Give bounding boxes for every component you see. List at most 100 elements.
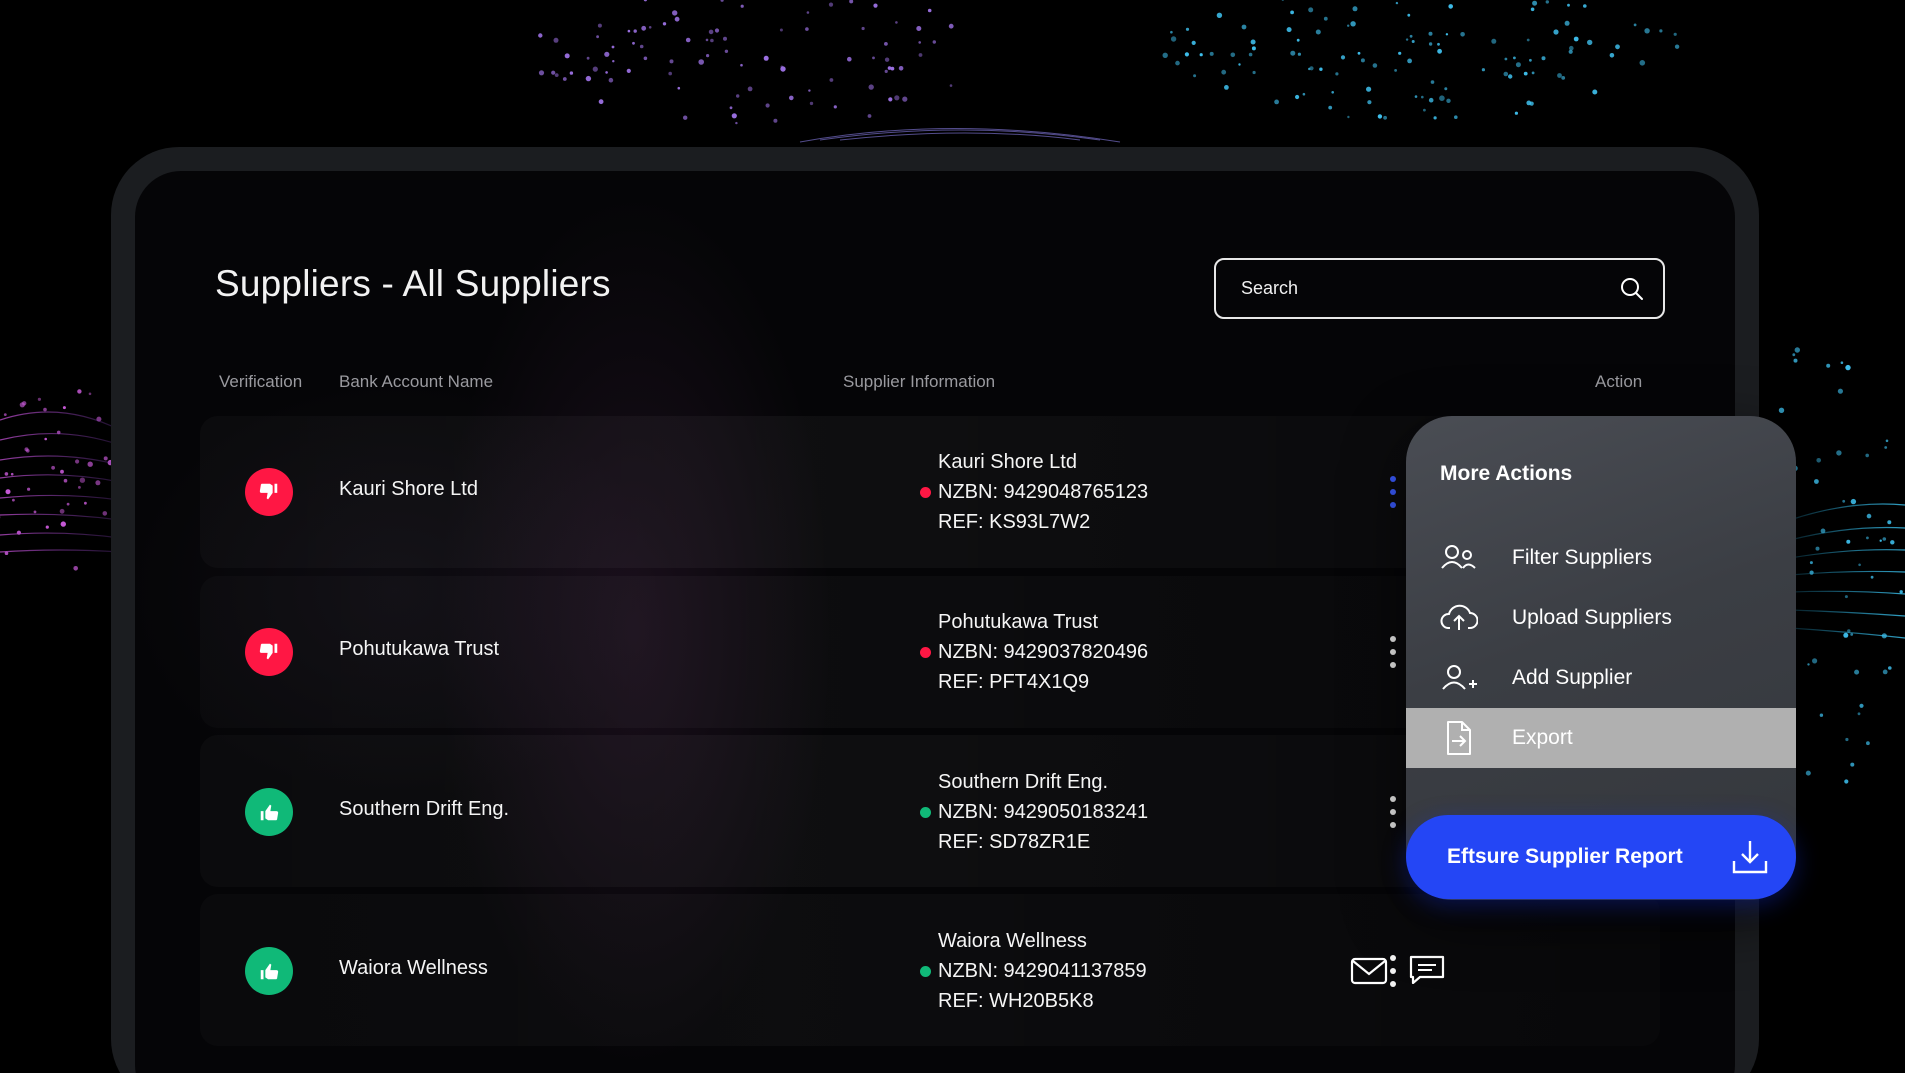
particle-dot [1503,71,1509,77]
supplier-info-ref: REF: KS93L7W2 [938,511,1091,533]
page-title: Suppliers - All Suppliers [215,263,611,304]
header-action: Action [1595,372,1643,391]
particle-dot [805,27,809,31]
particle-dot [1816,458,1821,463]
particle-dot [1569,45,1574,51]
particle-dot [75,459,80,464]
particle-dot [1529,58,1532,62]
particle-dot [1887,520,1892,525]
message-icon[interactable] [1408,954,1446,984]
supplier-info-nzbn: NZBN: 9429050183241 [938,801,1149,823]
particle-dot [873,3,878,8]
particle-dot [1347,115,1350,119]
particle-dot [63,478,68,483]
particle-dot [1794,347,1801,353]
particle-dot [1815,546,1820,551]
particle-dot [1184,52,1189,57]
particle-dot [1842,499,1846,503]
supplier-information: Southern Drift Eng. NZBN: 9429050183241 … [920,767,1149,857]
menu-item-export[interactable]: Export [1406,708,1796,768]
particle-dot [553,37,559,43]
menu-item-add-supplier[interactable]: Add Supplier [1406,648,1796,708]
particle-dot [1302,92,1306,96]
menu-item-label: Add Supplier [1512,666,1633,689]
particle-dot [1866,741,1870,746]
particle-dot [1557,73,1562,78]
mail-icon[interactable] [1350,956,1388,986]
particle-dot [740,63,743,67]
particle-dot [1530,7,1535,12]
supplier-info-ref: REF: SD78ZR1E [938,831,1091,853]
particle-dot [918,53,923,57]
row-more-button[interactable] [1383,792,1403,832]
row-more-button[interactable] [1383,632,1403,672]
menu-item-upload-suppliers[interactable]: Upload Suppliers [1406,588,1796,648]
particle-dot [1793,358,1798,363]
verification-badge [245,468,293,516]
particle-dot [1846,539,1851,544]
particle-dot [1508,74,1513,79]
particle-dot [1170,36,1177,42]
particle-dot [1504,57,1508,61]
report-button-label: Eftsure Supplier Report [1447,845,1683,868]
supplier-info-nzbn: NZBN: 9429048765123 [938,481,1149,503]
search-icon[interactable] [1619,276,1645,302]
particle-dot [1248,52,1253,57]
supplier-info-ref: REF: PFT4X1Q9 [938,671,1090,693]
particle-dot [1290,50,1296,56]
particle-dot [898,66,904,71]
particle-dot [1583,4,1587,8]
particle-dot [1513,56,1516,60]
particle-dot [1357,51,1361,55]
particle-dot [1844,779,1849,784]
particle-dot [1360,58,1365,63]
particle-dot [1296,38,1300,42]
particle-dot [1448,4,1453,9]
particle-dot [932,40,936,44]
eftsure-supplier-report-button[interactable]: Eftsure Supplier Report [1406,815,1796,899]
particle-dot [43,407,47,412]
bank-account-name: Kauri Shore Ltd [339,478,478,500]
status-dot [920,807,931,818]
header-bank-account-name: Bank Account Name [339,372,494,391]
supplier-information: Waiora Wellness NZBN: 9429041137859 REF:… [920,926,1147,1016]
particle-dot [1809,561,1813,565]
particle-dot [1421,95,1424,99]
particle-dot [1850,633,1854,636]
particle-dot [1414,95,1418,98]
particle-dot [45,525,49,529]
particle-dot [1837,388,1843,394]
particle-dot [44,437,47,441]
particle-dot [1573,36,1579,42]
search-input[interactable] [1241,278,1619,299]
supplier-info-name: Waiora Wellness [938,930,1087,952]
table-row[interactable]: Waiora Wellness Waiora Wellness NZBN: 94… [200,894,1660,1046]
particle-dot [1428,42,1433,46]
particle-dot [808,89,811,92]
particle-dot [1659,29,1663,33]
particle-dot [1884,446,1888,449]
particle-dot [736,94,740,98]
particle-dot [849,0,854,4]
particle-dot [1858,563,1861,567]
particle-dot [1328,105,1333,110]
particle-dot [779,28,783,32]
particle-dot [949,84,953,87]
particle-dot [538,33,543,38]
particle-dot [1274,99,1279,105]
particle-dot [1446,98,1451,104]
add-user-icon [1442,665,1477,690]
menu-item-filter-suppliers[interactable]: Filter Suppliers [1406,528,1796,588]
particle-dot [1854,669,1860,675]
particle-dot [1778,407,1785,413]
particle-dot [1673,32,1677,36]
particle-dot [1844,595,1848,599]
particle-dot [1807,663,1810,666]
header-supplier-information: Supplier Information [843,372,996,391]
particle-dot [887,66,892,70]
particle-dot [554,73,559,77]
search-box[interactable] [1214,258,1665,319]
particle-dot [1561,76,1566,80]
particle-dot [1866,536,1869,540]
row-more-button[interactable] [1383,472,1403,512]
